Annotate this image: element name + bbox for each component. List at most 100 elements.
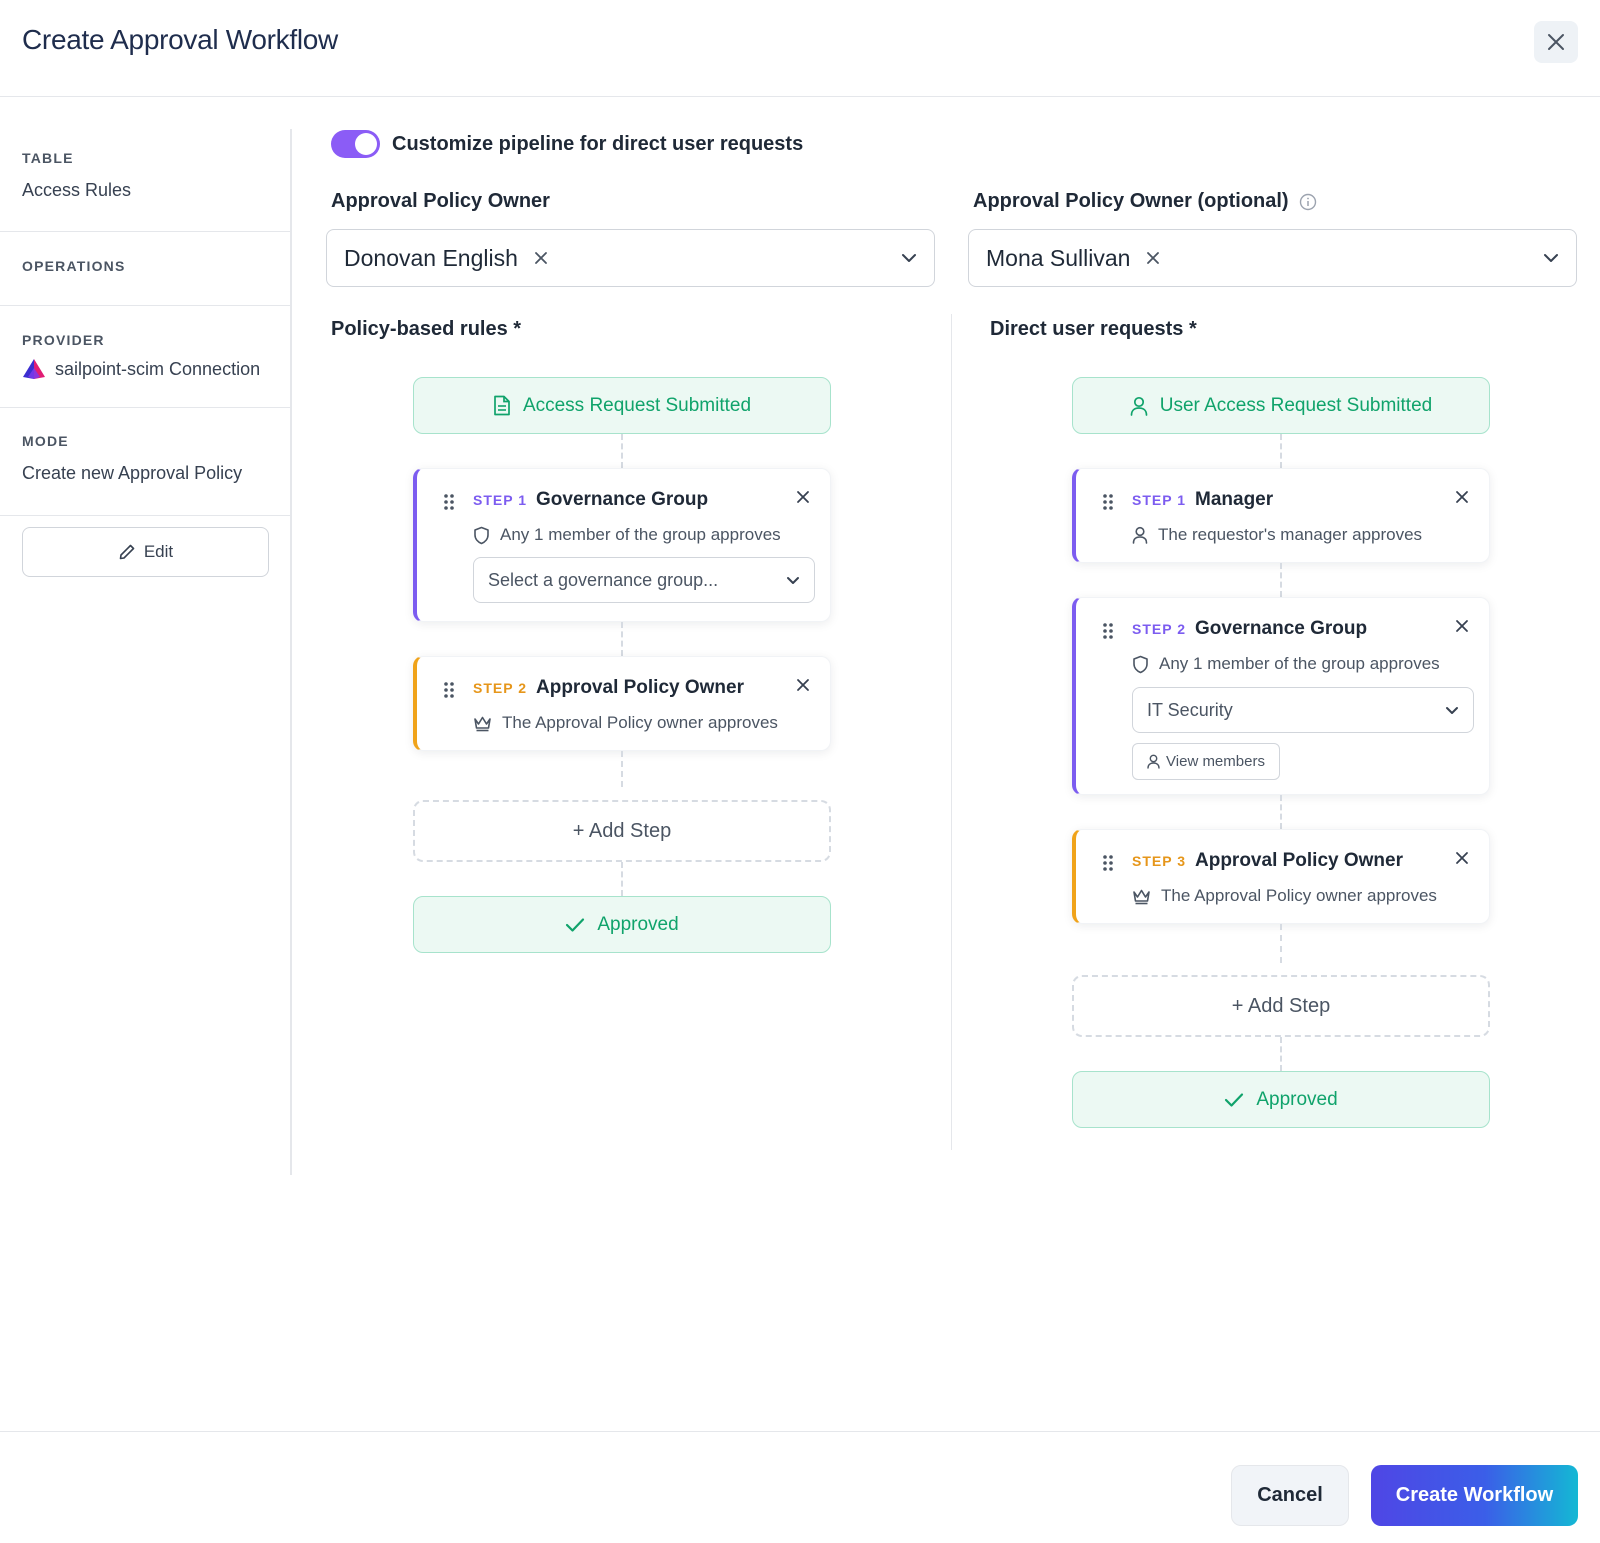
drag-handle-icon[interactable] bbox=[1102, 622, 1114, 645]
flow-connector bbox=[621, 434, 623, 468]
view-members-label: View members bbox=[1166, 753, 1265, 770]
operations-section: OPERATIONS bbox=[22, 258, 290, 274]
direct-end-node: Approved bbox=[1072, 1071, 1490, 1128]
close-icon bbox=[1147, 252, 1160, 264]
governance-group-select[interactable]: Select a governance group... bbox=[473, 557, 815, 603]
remove-owner-optional-button[interactable] bbox=[1146, 251, 1160, 265]
customize-pipeline-toggle[interactable] bbox=[331, 130, 380, 158]
policy-end-node: Approved bbox=[413, 896, 831, 953]
sidebar-separator bbox=[0, 515, 290, 516]
policy-start-label: Access Request Submitted bbox=[522, 394, 752, 416]
close-button[interactable] bbox=[1534, 21, 1578, 63]
drag-handle-icon[interactable] bbox=[1102, 493, 1114, 516]
chevron-down-icon bbox=[786, 576, 800, 585]
governance-group-placeholder: Select a governance group... bbox=[488, 569, 719, 590]
step-name: Approval Policy Owner bbox=[536, 677, 744, 698]
step-name: Manager bbox=[1195, 489, 1274, 510]
policy-add-step-button[interactable]: + Add Step bbox=[413, 800, 831, 862]
info-icon[interactable] bbox=[1299, 193, 1317, 211]
sidebar-divider bbox=[290, 129, 292, 1175]
flow-connector bbox=[621, 751, 623, 787]
close-icon bbox=[1548, 34, 1564, 50]
create-workflow-button[interactable]: Create Workflow bbox=[1371, 1465, 1578, 1526]
shield-icon bbox=[474, 526, 489, 544]
step-description: The Approval Policy owner approves bbox=[502, 713, 778, 732]
step-name: Governance Group bbox=[1195, 618, 1368, 639]
close-icon bbox=[797, 679, 809, 691]
policy-end-label: Approved bbox=[597, 913, 679, 935]
flow-connector bbox=[1280, 795, 1282, 829]
governance-group-select[interactable]: IT Security bbox=[1132, 687, 1474, 733]
owner-select[interactable]: Donovan English bbox=[326, 229, 935, 287]
step-description: The requestor's manager approves bbox=[1158, 525, 1423, 544]
policy-step-2: STEP 2 Approval Policy Owner The Approva… bbox=[413, 656, 831, 751]
mode-section: MODE Create new Approval Policy bbox=[22, 433, 290, 484]
direct-add-step-button[interactable]: + Add Step bbox=[1072, 975, 1490, 1037]
provider-label: PROVIDER bbox=[22, 332, 105, 348]
step-tag: STEP 2 bbox=[1132, 621, 1186, 637]
edit-button[interactable]: Edit bbox=[22, 527, 269, 577]
remove-step-button[interactable] bbox=[796, 490, 810, 509]
owner-optional-select[interactable]: Mona Sullivan bbox=[968, 229, 1577, 287]
owner-optional-label: Approval Policy Owner (optional) bbox=[973, 190, 1317, 213]
remove-step-button[interactable] bbox=[1455, 490, 1469, 509]
step-description: Any 1 member of the group approves bbox=[1159, 654, 1440, 673]
provider-value: sailpoint-scim Connection bbox=[55, 358, 261, 379]
owner-label-text: Approval Policy Owner bbox=[331, 190, 550, 212]
remove-owner-button[interactable] bbox=[534, 251, 548, 265]
remove-step-button[interactable] bbox=[796, 678, 810, 697]
view-members-button[interactable]: View members bbox=[1132, 743, 1280, 780]
step-tag: STEP 2 bbox=[473, 680, 527, 696]
step-name: Approval Policy Owner bbox=[1195, 850, 1403, 871]
flow-connector bbox=[1280, 434, 1282, 468]
owner-optional-label-text: Approval Policy Owner (optional) bbox=[973, 190, 1289, 212]
chevron-down-icon bbox=[1445, 706, 1459, 715]
remove-step-button[interactable] bbox=[1455, 851, 1469, 870]
owner-value: Donovan English bbox=[344, 244, 518, 271]
check-icon bbox=[566, 917, 585, 932]
customize-pipeline-label: Customize pipeline for direct user reque… bbox=[392, 132, 804, 155]
policy-step-1: STEP 1 Governance Group Any 1 member of … bbox=[413, 468, 831, 622]
cancel-button[interactable]: Cancel bbox=[1231, 1465, 1349, 1526]
owner-optional-value: Mona Sullivan bbox=[986, 244, 1131, 271]
crown-icon bbox=[474, 716, 491, 731]
table-section: TABLE Access Rules bbox=[22, 150, 290, 201]
direct-step-1: STEP 1 Manager The requestor's manager a… bbox=[1072, 468, 1490, 563]
step-tag: STEP 1 bbox=[473, 492, 527, 508]
direct-end-label: Approved bbox=[1256, 1088, 1338, 1110]
drag-handle-icon[interactable] bbox=[1102, 854, 1114, 877]
operations-label: OPERATIONS bbox=[22, 258, 126, 274]
user-icon bbox=[1130, 396, 1148, 416]
table-label: TABLE bbox=[22, 150, 74, 166]
remove-step-button[interactable] bbox=[1455, 619, 1469, 638]
column-divider bbox=[951, 314, 952, 1150]
table-value: Access Rules bbox=[22, 180, 132, 200]
sidebar-separator bbox=[0, 305, 290, 306]
crown-icon bbox=[1133, 889, 1150, 904]
drag-handle-icon[interactable] bbox=[443, 681, 455, 704]
provider-section: PROVIDER sailpoint-scim Connection bbox=[22, 332, 290, 380]
step-tag: STEP 3 bbox=[1132, 853, 1186, 869]
dialog-title: Create Approval Workflow bbox=[22, 24, 338, 55]
direct-requests-title: Direct user requests * bbox=[990, 318, 1197, 340]
direct-step-2: STEP 2 Governance Group Any 1 member of … bbox=[1072, 597, 1490, 795]
drag-handle-icon[interactable] bbox=[443, 493, 455, 516]
customize-pipeline-row: Customize pipeline for direct user reque… bbox=[331, 130, 803, 158]
policy-start-node: Access Request Submitted bbox=[413, 377, 831, 434]
step-name: Governance Group bbox=[536, 489, 709, 510]
close-icon bbox=[1456, 491, 1468, 503]
mode-label: MODE bbox=[22, 433, 69, 449]
governance-group-value: IT Security bbox=[1147, 699, 1233, 720]
user-icon bbox=[1147, 754, 1160, 769]
flow-connector bbox=[1280, 924, 1282, 963]
sidebar-separator bbox=[0, 231, 290, 232]
owner-label: Approval Policy Owner bbox=[331, 190, 550, 213]
step-tag: STEP 1 bbox=[1132, 492, 1186, 508]
shield-icon bbox=[1133, 655, 1148, 673]
sidebar-separator bbox=[0, 407, 290, 408]
direct-step-3: STEP 3 Approval Policy Owner The Approva… bbox=[1072, 829, 1490, 924]
close-icon bbox=[1456, 620, 1468, 632]
direct-start-node: User Access Request Submitted bbox=[1072, 377, 1490, 434]
pencil-icon bbox=[119, 544, 135, 560]
document-icon bbox=[494, 395, 510, 416]
